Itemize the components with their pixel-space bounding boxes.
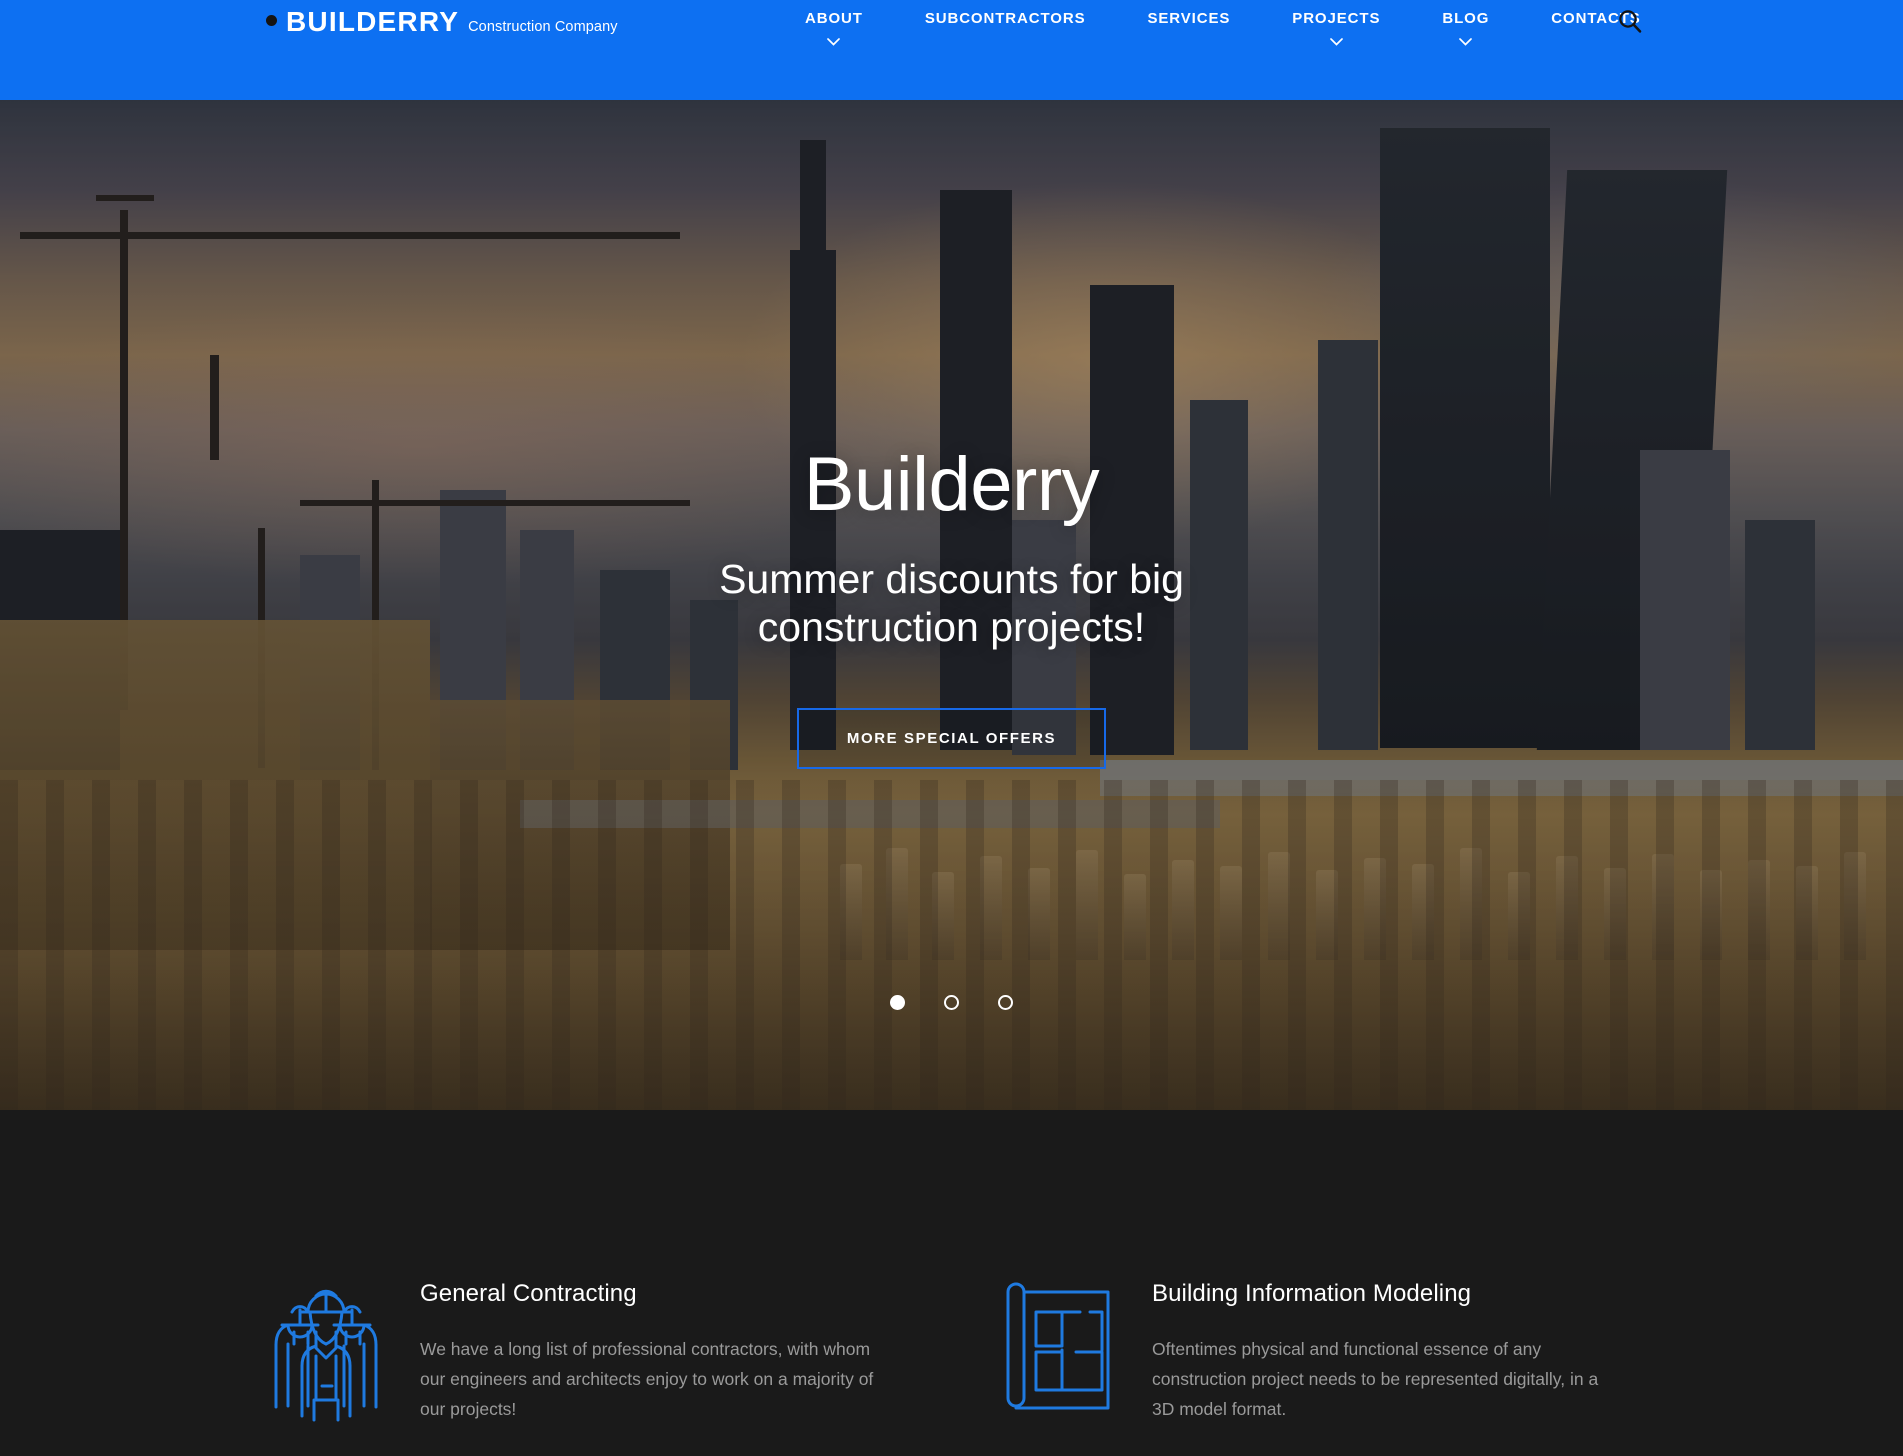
search-icon[interactable] [1617,8,1643,34]
brand-logo[interactable]: BUILDERRY Construction Company [266,8,618,36]
carousel-dot-2[interactable] [944,995,959,1010]
nav-item-about[interactable]: ABOUT [805,10,863,46]
chevron-down-icon[interactable] [1459,38,1473,46]
carousel-dot-3[interactable] [998,995,1013,1010]
service-title: Building Information Modeling [1152,1280,1472,1307]
chevron-down-icon[interactable] [1329,38,1343,46]
blueprint-floorplan-icon [998,1270,1118,1430]
bullet-dot-icon [266,15,277,26]
carousel-dots [0,995,1903,1010]
carousel-dot-1[interactable] [890,995,905,1010]
nav-label-blog: BLOG [1442,10,1490,27]
services-section: General Contracting We have a long list … [0,1110,1903,1456]
nav-item-projects[interactable]: PROJECTS [1292,10,1380,46]
service-body: We have a long list of professional cont… [420,1339,874,1420]
service-text-building-information-modeling: Building Information Modeling Oftentimes… [1152,1270,1612,1430]
nav-label-projects: PROJECTS [1292,10,1381,27]
services-row: General Contracting We have a long list … [266,1270,1646,1430]
nav-item-subcontractors[interactable]: SUBCONTRACTORS [925,10,1086,27]
main-navigation: ABOUT SUBCONTRACTORS SERVICES PROJECTS B… [805,10,1641,46]
more-special-offers-button[interactable]: MORE SPECIAL OFFERS [796,707,1107,769]
hero-slider: Builderry Summer discounts for big const… [0,100,1903,1110]
brand-tagline: Construction Company [468,19,618,35]
service-title: General Contracting [420,1280,637,1307]
service-card-general-contracting[interactable]: General Contracting We have a long list … [266,1270,914,1430]
hero-content: Builderry Summer discounts for big const… [0,100,1903,769]
site-header: BUILDERRY Construction Company ABOUT SUB… [0,0,1903,100]
nav-label-services: SERVICES [1147,10,1231,27]
service-card-building-information-modeling[interactable]: Building Information Modeling Oftentimes… [998,1270,1646,1430]
nav-item-services[interactable]: SERVICES [1148,10,1231,27]
brand-name: BUILDERRY [286,6,460,37]
construction-workers-icon [266,1270,386,1430]
hero-subtitle-line1: Summer discounts for big [719,555,1184,602]
nav-label-subcontractors: SUBCONTRACTORS [924,10,1086,27]
nav-label-about: ABOUT [805,10,863,27]
service-body: Oftentimes physical and functional essen… [1152,1339,1599,1420]
chevron-down-icon[interactable] [827,38,841,46]
service-text-general-contracting: General Contracting We have a long list … [420,1270,880,1430]
hero-subtitle-line2: construction projects! [757,604,1146,651]
hero-title: Builderry [803,442,1100,527]
nav-item-blog[interactable]: BLOG [1442,10,1489,46]
hero-subtitle: Summer discounts for big construction pr… [0,555,1903,652]
